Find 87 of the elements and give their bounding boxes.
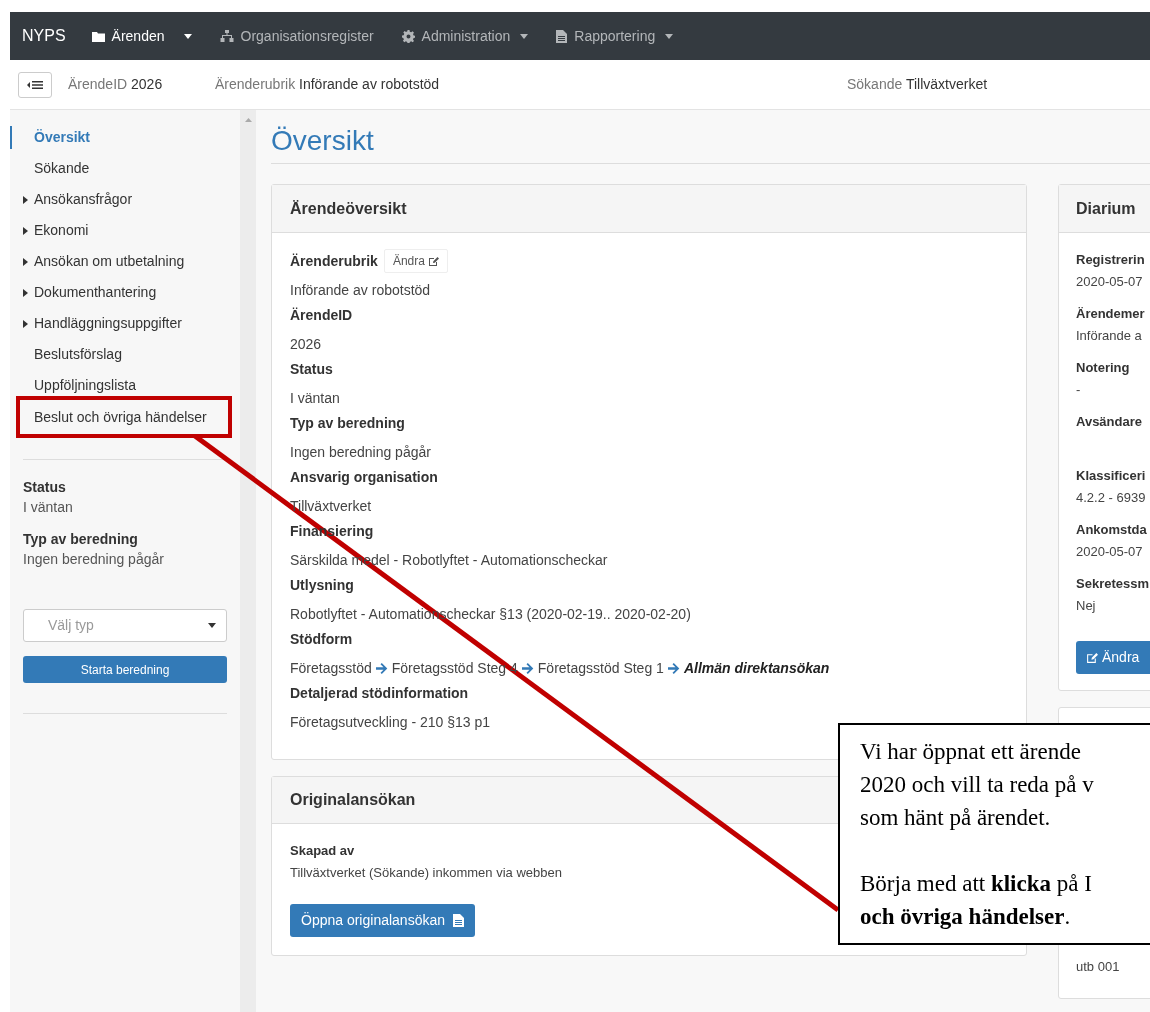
scrollbar[interactable] <box>240 110 256 1012</box>
support-step-text: Allmän direktansökan <box>683 659 830 678</box>
callout-text: Vi har öppnat ett ärende <box>860 738 1082 766</box>
field-label: Typ av beredning <box>290 413 405 433</box>
arrow-icon <box>521 662 534 674</box>
support-step-text: Företagsstöd Steg 1 <box>537 659 664 678</box>
field-label: Skapad av <box>290 842 355 860</box>
field-label: Ärendemer <box>1076 305 1146 323</box>
summary-value: Ingen beredning pågår <box>23 550 165 569</box>
field-label: Avsändare <box>1076 413 1143 431</box>
active-indicator <box>10 126 12 149</box>
caret-icon <box>665 33 674 39</box>
sidebar-item[interactable]: Handläggningsuppgifter <box>16 308 232 339</box>
document-icon <box>453 914 464 927</box>
card-title: Ärendeöversikt <box>272 185 1026 233</box>
field-label: Notering <box>1076 359 1131 377</box>
gear-icon <box>401 29 415 43</box>
document-icon <box>556 29 568 43</box>
arrow-icon <box>667 662 680 674</box>
card-title: Diarium <box>1059 185 1150 233</box>
nav-menu-item[interactable]: Ärenden <box>91 25 192 47</box>
caret-icon <box>520 33 529 39</box>
support-step-text: Företagsstöd <box>290 659 372 678</box>
field-value: 2026 <box>290 335 322 354</box>
sidebar-item[interactable]: Ekonomi <box>16 215 232 246</box>
start-button[interactable]: Starta beredning <box>23 656 227 683</box>
edit-icon <box>1086 651 1098 664</box>
field-value: Företagsutveckling - 210 §13 p1 <box>290 713 490 732</box>
field-label: ÄrendeID <box>290 305 353 325</box>
nav-menu-item[interactable]: Rapportering <box>556 25 674 47</box>
edit-button[interactable]: Ändra <box>383 249 448 273</box>
field-label: Utlysning <box>290 575 354 595</box>
field-value: 4.2.2 - 6939 <box>1076 489 1147 507</box>
callout-text: Börja med att klicka på I <box>860 870 1093 898</box>
field-label: Registrerin <box>1076 251 1146 269</box>
expand-icon <box>23 257 28 266</box>
arrow-icon <box>375 662 388 674</box>
field-value: 2020-05-07 <box>1076 273 1144 291</box>
page-title: Översikt <box>271 124 375 158</box>
folder-icon <box>91 30 105 42</box>
expand-icon <box>23 288 28 297</box>
caret-icon <box>183 33 192 39</box>
brand-name[interactable]: NYPS <box>22 24 66 48</box>
sidebar-toggle-button[interactable] <box>18 71 52 98</box>
summary-label: Typ av beredning <box>23 530 139 549</box>
sidebar-item[interactable]: Sökande <box>16 153 232 184</box>
field-label: Klassificeri <box>1076 467 1147 485</box>
field-label: Status <box>290 359 333 379</box>
field-value: Nej <box>1076 597 1097 615</box>
sidebar-item[interactable]: Översikt <box>16 122 232 153</box>
expand-icon <box>23 195 28 204</box>
expand-icon <box>23 319 28 328</box>
summary-label: Status <box>23 478 67 497</box>
field-label: Ankomstda <box>1076 521 1148 539</box>
callout-text: och övriga händelser. <box>860 903 1072 931</box>
edit-icon <box>427 255 439 267</box>
case-info-text: ÄrendeID 2026 <box>68 75 164 94</box>
scroll-up-icon[interactable] <box>244 118 252 122</box>
field-value: I väntan <box>290 389 340 408</box>
sidebar-item[interactable]: Beslut och övriga händelser <box>16 396 232 438</box>
sidebar-item[interactable]: Dokumenthantering <box>16 277 232 308</box>
expand-icon <box>23 226 28 235</box>
case-info-text: Ärenderubrik Införande av robotstöd <box>215 75 441 94</box>
field-value: utb 001 <box>1076 958 1120 976</box>
caret-icon <box>208 623 216 628</box>
sitemap-icon <box>219 30 234 42</box>
field-value: 2020-05-07 <box>1076 543 1144 561</box>
field-value: - <box>1076 381 1082 399</box>
sidebar-item[interactable]: Ansökan om utbetalning <box>16 246 232 277</box>
edit-button[interactable]: Ändra <box>1076 641 1150 674</box>
case-info-text: Sökande Tillväxtverket <box>847 75 988 94</box>
nav-menu-item[interactable]: Organisationsregister <box>219 25 374 47</box>
field-value: Ingen beredning pågår <box>290 443 431 462</box>
collapse-menu-icon <box>27 79 43 90</box>
field-label: Ärenderubrik <box>290 251 378 271</box>
field-value: Tillväxtverket (Sökande) inkommen via webben <box>290 864 562 882</box>
sidebar-item[interactable]: Ansökansfrågor <box>16 184 232 215</box>
open-application-button[interactable]: Öppna originalansökan <box>290 904 475 937</box>
field-label: Stödform <box>290 629 354 649</box>
sidebar-item[interactable]: Beslutsförslag <box>16 339 232 370</box>
field-value: Införande a <box>1076 327 1143 345</box>
field-label: Sekretessm <box>1076 575 1150 593</box>
field-label: Ansvarig organisation <box>290 467 438 487</box>
nav-menu-item[interactable]: Administration <box>401 25 529 47</box>
field-label: Detaljerad stödinformation <box>290 683 469 703</box>
field-value: Införande av robotstöd <box>290 281 431 300</box>
summary-value: I väntan <box>23 498 74 517</box>
